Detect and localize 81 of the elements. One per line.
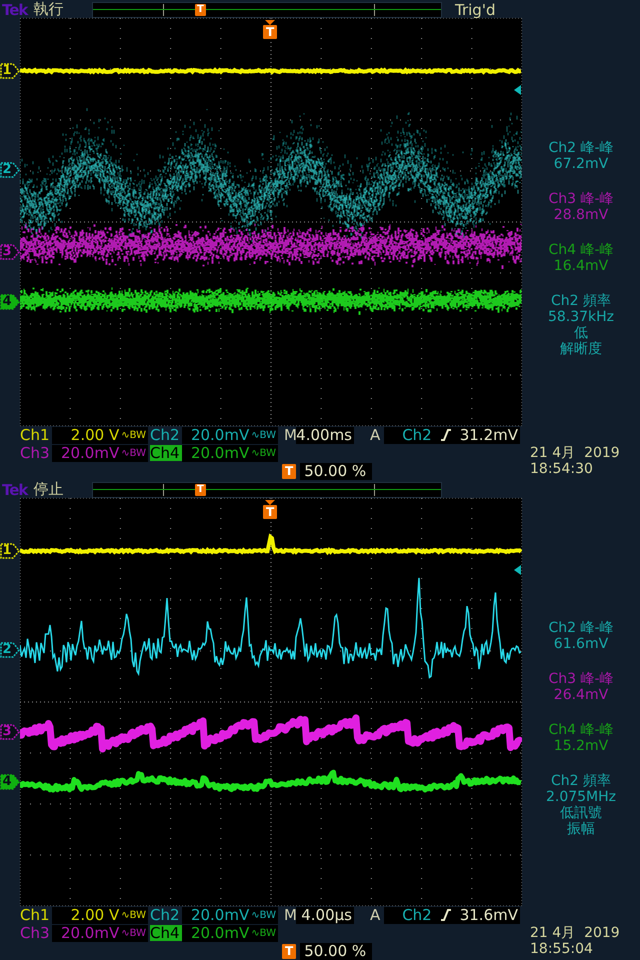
timebase-readout: 4.00µs [296, 906, 354, 924]
measurement-text: 低 [574, 325, 588, 341]
brand-logo: Tek [2, 480, 28, 498]
date-text: 21 4月 2019 [530, 445, 621, 461]
trigger-marker: T [263, 505, 278, 519]
trigger-position-readout: 50.00 % [300, 462, 372, 480]
measurement-text: 15.2mV [554, 738, 608, 754]
measurement-text: Ch2 峰-峰 [548, 140, 614, 156]
trigger-position-marker: T [282, 944, 296, 958]
channel-label[interactable]: Ch4 [150, 445, 182, 461]
channel-marker: 2 [0, 162, 20, 178]
channel-marker: 1 [0, 543, 20, 559]
measurement-text: Ch2 頻率 [550, 293, 611, 309]
bandwidth-limit-label: ∿BW [251, 910, 276, 920]
channel-marker: 3 [0, 724, 20, 740]
channel-marker: 2 [0, 642, 20, 658]
measurement-text: 28.8mV [554, 207, 608, 223]
measurement-text: 67.2mV [554, 156, 608, 172]
measurement-text: 解晰度 [560, 341, 602, 357]
brand-logo: Tek [2, 0, 28, 18]
measurement-text: 58.37kHz [548, 309, 614, 325]
channel-label[interactable]: Ch1 [20, 427, 52, 443]
measurement-text: 26.4mV [554, 687, 608, 703]
timebase-readout: 4.00ms [296, 426, 354, 444]
trigger-marker: T [195, 4, 206, 16]
channel-marker: 1 [0, 63, 20, 79]
measurement-text: 16.4mV [554, 258, 608, 274]
scale-value: 20.0mV [190, 444, 250, 462]
bandwidth-limit-label: ∿BW [251, 928, 276, 938]
trigger-level-icon [514, 565, 521, 575]
measurement-text: Ch2 峰-峰 [548, 620, 614, 636]
scale-value: 20.0mV [190, 906, 250, 924]
time-text: 18:54:30 [530, 461, 594, 477]
bandwidth-limit-label: ∿BW [121, 430, 146, 440]
channel-marker: 4 [0, 294, 20, 310]
trigger-marker: T [195, 484, 206, 496]
measurement-text: 振幅 [566, 821, 595, 837]
channel-label[interactable]: Ch2 [150, 427, 182, 443]
bandwidth-limit-label: ∿BW [251, 448, 276, 458]
channel-label[interactable]: Ch4 [150, 925, 182, 941]
rising-edge-icon [440, 908, 452, 922]
trigger-mode: A [370, 426, 382, 444]
trigger-mode: A [370, 906, 382, 924]
trigger-position-marker: T [282, 464, 296, 478]
channel-label[interactable]: Ch2 [150, 907, 182, 923]
bandwidth-limit-label: ∿BW [121, 928, 146, 938]
scale-value: 20.0mV [60, 924, 120, 942]
scale-value: 20.0mV [190, 426, 250, 444]
horizontal-label: M [284, 906, 296, 924]
trigger-level: 31.6mV [460, 906, 518, 924]
measurement-text: Ch2 頻率 [550, 773, 611, 789]
trigger-level: 31.2mV [460, 426, 518, 444]
trigger-status: Trig'd [454, 0, 496, 18]
trigger-marker: T [263, 25, 278, 39]
trigger-level-icon [514, 85, 521, 95]
measurement-text: Ch3 峰-峰 [548, 671, 614, 687]
measurement-text: Ch3 峰-峰 [548, 191, 614, 207]
bandwidth-limit-label: ∿BW [121, 448, 146, 458]
bandwidth-limit-label: ∿BW [121, 910, 146, 920]
measurement-text: Ch4 峰-峰 [548, 722, 614, 738]
acquisition-state: 執行 [33, 0, 64, 19]
measurement-text: 61.6mV [554, 636, 608, 652]
date-text: 21 4月 2019 [530, 925, 621, 941]
measurement-text: Ch4 峰-峰 [548, 242, 614, 258]
scale-value: 20.0mV [60, 444, 120, 462]
channel-marker: 4 [0, 774, 20, 790]
channel-marker: 3 [0, 244, 20, 260]
acquisition-state: 停止 [33, 480, 64, 499]
bandwidth-limit-label: ∿BW [251, 430, 276, 440]
scale-value: 2.00 V [70, 426, 120, 444]
channel-label[interactable]: Ch1 [20, 907, 52, 923]
scale-value: 20.0mV [190, 924, 250, 942]
trigger-source: Ch2 [402, 426, 432, 444]
time-text: 18:55:04 [530, 941, 594, 957]
scale-value: 2.00 V [70, 906, 120, 924]
trigger-position-readout: 50.00 % [300, 942, 372, 960]
horizontal-label: M [284, 426, 296, 444]
measurement-text: 低訊號 [560, 805, 602, 821]
rising-edge-icon [440, 428, 452, 442]
trigger-source: Ch2 [402, 906, 432, 924]
measurement-text: 2.075MHz [546, 789, 616, 805]
